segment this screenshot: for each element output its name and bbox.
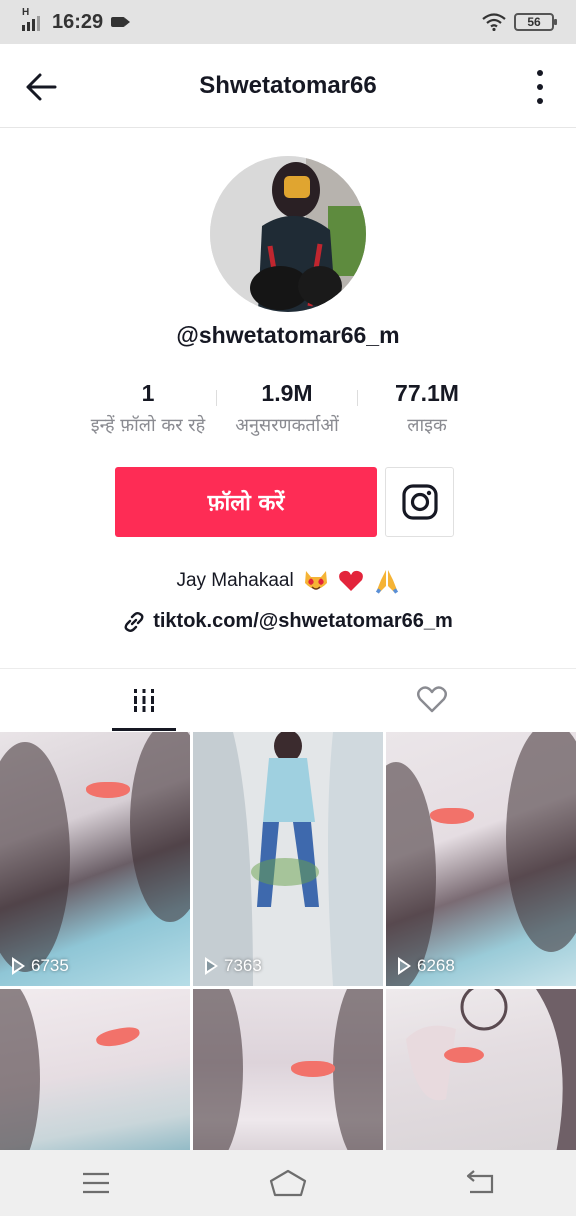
video-thumbnail[interactable]: 6268 bbox=[386, 732, 576, 986]
video-thumbnail[interactable]: 6735 bbox=[0, 732, 190, 986]
likes-label: लाइक bbox=[407, 415, 447, 436]
more-options-button[interactable] bbox=[536, 70, 544, 104]
status-bar: H 16:29 56 bbox=[0, 0, 576, 44]
avatar[interactable] bbox=[210, 156, 366, 312]
back-button[interactable] bbox=[24, 70, 58, 104]
play-icon bbox=[12, 957, 25, 975]
wifi-icon bbox=[482, 13, 506, 31]
battery-level: 56 bbox=[527, 15, 541, 29]
profile-header: Shwetatomar66 bbox=[0, 44, 576, 128]
video-image bbox=[406, 989, 576, 1150]
followers-count: 1.9M bbox=[261, 380, 313, 406]
instagram-button[interactable] bbox=[385, 467, 454, 537]
nav-back-button[interactable] bbox=[450, 1163, 510, 1203]
likes-stat: 77.1M लाइक bbox=[358, 380, 496, 442]
following-count: 1 bbox=[141, 380, 155, 406]
menu-icon bbox=[83, 1172, 109, 1194]
avatar-image bbox=[210, 156, 366, 312]
profile-link[interactable]: tiktok.com/@shwetatomar66_m bbox=[0, 610, 576, 633]
page-title: Shwetatomar66 bbox=[199, 71, 377, 99]
video-thumbnail[interactable] bbox=[193, 989, 383, 1150]
video-thumbnail[interactable] bbox=[0, 989, 190, 1150]
view-count: 7363 bbox=[205, 956, 262, 976]
profile-bio: Jay Mahakaal bbox=[0, 568, 576, 594]
following-stat[interactable]: 1 इन्हें फ़ॉलो कर रहे bbox=[80, 380, 216, 442]
profile-username: @shwetatomar66_m bbox=[176, 322, 400, 348]
play-icon bbox=[398, 957, 411, 975]
heart-eyes-cat-icon bbox=[304, 571, 327, 590]
back-icon bbox=[466, 1170, 494, 1194]
bio-text: Jay Mahakaal bbox=[176, 570, 294, 592]
red-heart-icon bbox=[339, 570, 364, 591]
video-thumbnail[interactable] bbox=[386, 989, 576, 1150]
view-count: 6268 bbox=[398, 956, 455, 976]
arrow-left-icon bbox=[26, 73, 57, 101]
likes-count: 77.1M bbox=[395, 380, 459, 406]
profile-tabs bbox=[0, 668, 576, 731]
folded-hands-icon bbox=[375, 570, 398, 594]
network-type: H bbox=[22, 7, 30, 18]
link-icon bbox=[124, 611, 144, 632]
video-record-icon bbox=[111, 17, 131, 27]
nav-home-button[interactable] bbox=[258, 1163, 318, 1203]
followers-label: अनुसरणकर्ताओं bbox=[235, 415, 339, 436]
heart-icon bbox=[417, 686, 447, 713]
nav-menu-button[interactable] bbox=[66, 1163, 126, 1203]
tab-liked[interactable] bbox=[288, 669, 576, 731]
video-image bbox=[193, 732, 383, 986]
signal-icon: H bbox=[22, 7, 40, 31]
view-count-text: 6268 bbox=[417, 956, 455, 975]
profile-stats: 1 इन्हें फ़ॉलो कर रहे 1.9M अनुसरणकर्ताओं… bbox=[80, 380, 496, 442]
profile-link-text: tiktok.com/@shwetatomar66_m bbox=[153, 610, 453, 632]
clock: 16:29 bbox=[52, 10, 104, 33]
follow-button[interactable]: फ़ॉलो करें bbox=[115, 467, 377, 537]
video-grid: 6735 7363 6268 bbox=[0, 732, 576, 1150]
more-vertical-icon bbox=[537, 70, 543, 76]
view-count: 6735 bbox=[12, 956, 69, 976]
tab-videos[interactable] bbox=[0, 669, 288, 731]
battery-icon: 56 bbox=[514, 13, 557, 31]
following-label: इन्हें फ़ॉलो कर रहे bbox=[90, 415, 206, 436]
view-count-text: 7363 bbox=[224, 956, 262, 975]
system-nav-bar bbox=[0, 1150, 576, 1216]
view-count-text: 6735 bbox=[31, 956, 69, 975]
instagram-icon bbox=[401, 484, 438, 520]
grid-icon bbox=[134, 689, 154, 712]
video-thumbnail[interactable]: 7363 bbox=[193, 732, 383, 986]
home-icon bbox=[269, 1169, 307, 1197]
followers-stat[interactable]: 1.9M अनुसरणकर्ताओं bbox=[217, 380, 357, 442]
play-icon bbox=[205, 957, 218, 975]
